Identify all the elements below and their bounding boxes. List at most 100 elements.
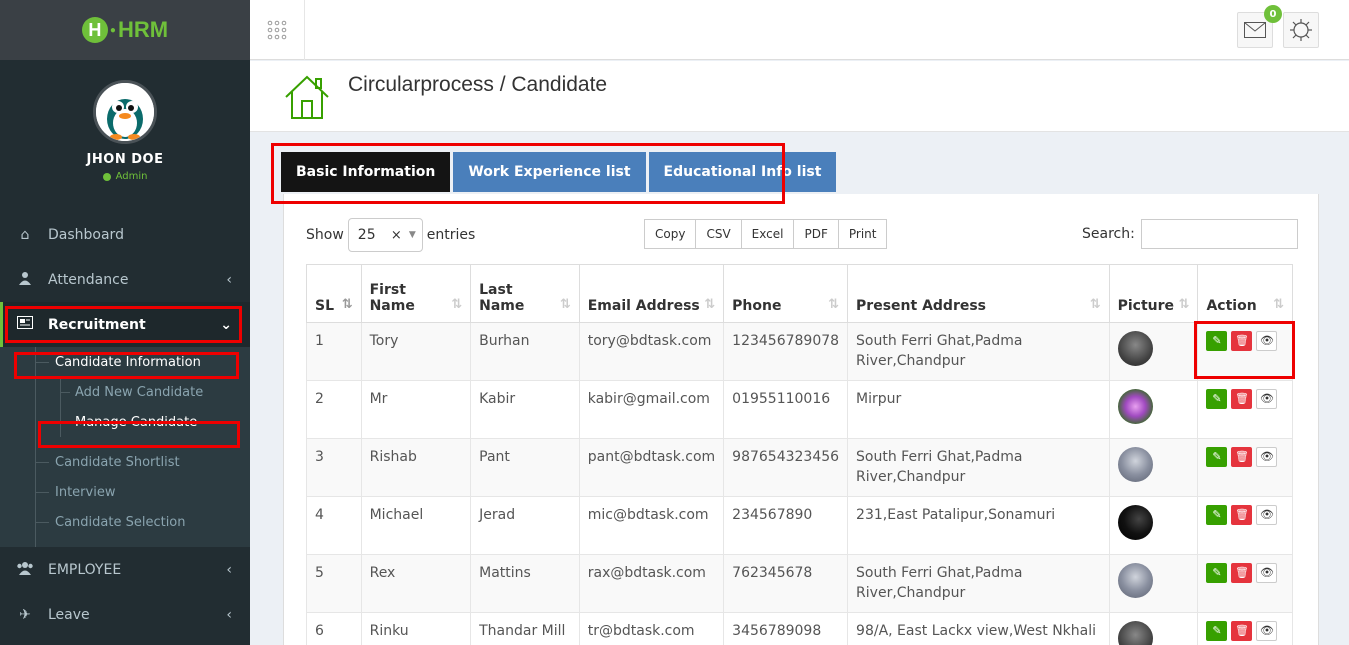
view-button[interactable]: 👁 [1256, 563, 1278, 583]
delete-button[interactable]: 🗑 [1231, 447, 1253, 467]
candidate-photo[interactable] [1117, 389, 1153, 424]
column-header-sl[interactable]: SL ⇅ [306, 264, 362, 323]
caret-down-icon: ▼ [408, 230, 416, 240]
cell-actions: ✎ 🗑 👁 [1197, 496, 1293, 555]
sidebar-item-add-new-candidate[interactable]: Add New Candidate [0, 377, 250, 407]
trash-icon: 🗑 [1234, 508, 1249, 521]
cell-address: 98/A, East Lackx view,West Nkhali [847, 612, 1110, 645]
column-header-email[interactable]: Email Address ⇅ [578, 264, 725, 323]
cell-sl: 2 [306, 380, 362, 439]
candidate-photo[interactable] [1117, 505, 1153, 540]
chevron-left-icon: ‹ [226, 606, 232, 623]
header-label: Action [1206, 298, 1257, 314]
entries-select[interactable]: 25 × ▼ [347, 218, 423, 252]
sidebar-item-attendance[interactable]: Attendance ‹ [0, 257, 250, 302]
search-input[interactable] [1140, 219, 1298, 249]
pencil-icon: ✎ [1212, 450, 1222, 463]
excel-button[interactable]: Excel [740, 219, 795, 249]
view-button[interactable]: 👁 [1256, 447, 1278, 467]
sort-icon: ⇅ [1089, 297, 1101, 312]
logo-text: HRM [117, 17, 169, 42]
sidebar-item-candidate-selection[interactable]: Candidate Selection [0, 507, 250, 547]
edit-button[interactable]: ✎ [1206, 505, 1228, 525]
highlight-box [271, 143, 785, 204]
view-button[interactable]: 👁 [1256, 505, 1278, 525]
pdf-button[interactable]: PDF [793, 219, 839, 249]
tree-branch [35, 492, 49, 493]
sidebar-item-leave[interactable]: ✈ Leave ‹ [0, 592, 250, 637]
delete-button[interactable]: 🗑 [1231, 389, 1253, 409]
candidate-table: SL ⇅ First Name ⇅ Last Name ⇅ Email Address… [306, 264, 1293, 645]
delete-button[interactable]: 🗑 [1231, 621, 1253, 641]
sidebar-item-label: Attendance [48, 271, 129, 288]
copy-button[interactable]: Copy [644, 219, 697, 249]
sidebar-item-interview[interactable]: Interview [0, 477, 250, 507]
candidate-photo[interactable] [1117, 621, 1153, 645]
column-header-first-name[interactable]: First Name ⇅ [360, 264, 472, 323]
user-role: Admin [102, 171, 147, 182]
pencil-icon: ✎ [1212, 566, 1222, 579]
cell-first-name: Michael [360, 496, 472, 555]
entries-label: entries [426, 227, 476, 243]
column-header-last-name[interactable]: Last Name ⇅ [470, 264, 580, 323]
cell-first-name: Rinku [360, 612, 472, 645]
cell-sl: 1 [306, 322, 362, 381]
envelope-icon [1244, 22, 1266, 38]
delete-button[interactable]: 🗑 [1231, 505, 1253, 525]
cell-first-name: Mr [360, 380, 472, 439]
pencil-icon: ✎ [1212, 508, 1222, 521]
header-label: Email Address [587, 298, 700, 314]
apps-grid-button[interactable] [250, 0, 305, 60]
clear-icon[interactable]: × [391, 228, 402, 243]
cell-last-name: Kabir [470, 380, 580, 439]
edit-button[interactable]: ✎ [1206, 447, 1228, 467]
view-button[interactable]: 👁 [1256, 621, 1278, 641]
sidebar-item-candidate-shortlist[interactable]: Candidate Shortlist [0, 447, 250, 477]
column-header-picture[interactable]: Picture ⇅ [1108, 264, 1199, 323]
edit-button[interactable]: ✎ [1206, 389, 1228, 409]
cell-last-name: Pant [470, 438, 580, 497]
cell-email: rax@bdtask.com [578, 554, 725, 613]
sidebar-item-employee[interactable]: EMPLOYEE ‹ [0, 547, 250, 592]
tree-branch [35, 462, 49, 463]
column-header-action[interactable]: Action ⇅ [1197, 264, 1293, 323]
sidebar-item-label: Leave [48, 606, 90, 623]
sidebar-item-label: Candidate Shortlist [55, 454, 180, 470]
edit-button[interactable]: ✎ [1206, 621, 1228, 641]
settings-button[interactable] [1283, 12, 1319, 48]
table-row: 1 Tory Burhan tory@bdtask.com 1234567890… [306, 322, 1293, 381]
cell-picture [1108, 438, 1199, 497]
highlight-box [5, 306, 242, 343]
header-label: Last Name [479, 282, 525, 314]
messages-button[interactable]: 0 [1237, 5, 1282, 48]
sidebar-item-label: Interview [55, 484, 116, 500]
table-row: 6 Rinku Thandar Mill tr@bdtask.com 34567… [306, 612, 1293, 645]
logo-dots-icon: ● [109, 24, 116, 36]
sort-icon: ⇅ [559, 297, 571, 312]
chevron-left-icon: ‹ [226, 561, 232, 578]
avatar[interactable] [93, 80, 157, 144]
edit-button[interactable]: ✎ [1206, 563, 1228, 583]
column-header-present-address[interactable]: Present Address ⇅ [847, 264, 1110, 323]
candidate-photo[interactable] [1117, 563, 1153, 598]
top-navbar: 0 [250, 0, 1349, 60]
sidebar-item-dashboard[interactable]: ⌂ Dashboard [0, 212, 250, 257]
user-panel: JHON DOE Admin [0, 60, 250, 190]
cell-picture [1108, 496, 1199, 555]
highlight-box [14, 352, 239, 379]
sidebar-item-label: Candidate Selection [55, 514, 186, 530]
cell-email: kabir@gmail.com [578, 380, 725, 439]
column-header-phone[interactable]: Phone ⇅ [723, 264, 849, 323]
delete-button[interactable]: 🗑 [1231, 563, 1253, 583]
print-button[interactable]: Print [837, 219, 888, 249]
candidate-photo[interactable] [1117, 447, 1153, 482]
app-logo[interactable]: H ● HRM [81, 17, 169, 43]
view-button[interactable]: 👁 [1256, 389, 1278, 409]
logo-h-icon: H [81, 17, 108, 43]
trash-icon: 🗑 [1234, 566, 1249, 579]
user-icon [15, 271, 35, 289]
candidate-photo[interactable] [1117, 331, 1153, 366]
export-button-group: Copy CSV Excel PDF Print [644, 219, 888, 249]
user-name: JHON DOE [86, 152, 164, 167]
csv-button[interactable]: CSV [695, 219, 742, 249]
